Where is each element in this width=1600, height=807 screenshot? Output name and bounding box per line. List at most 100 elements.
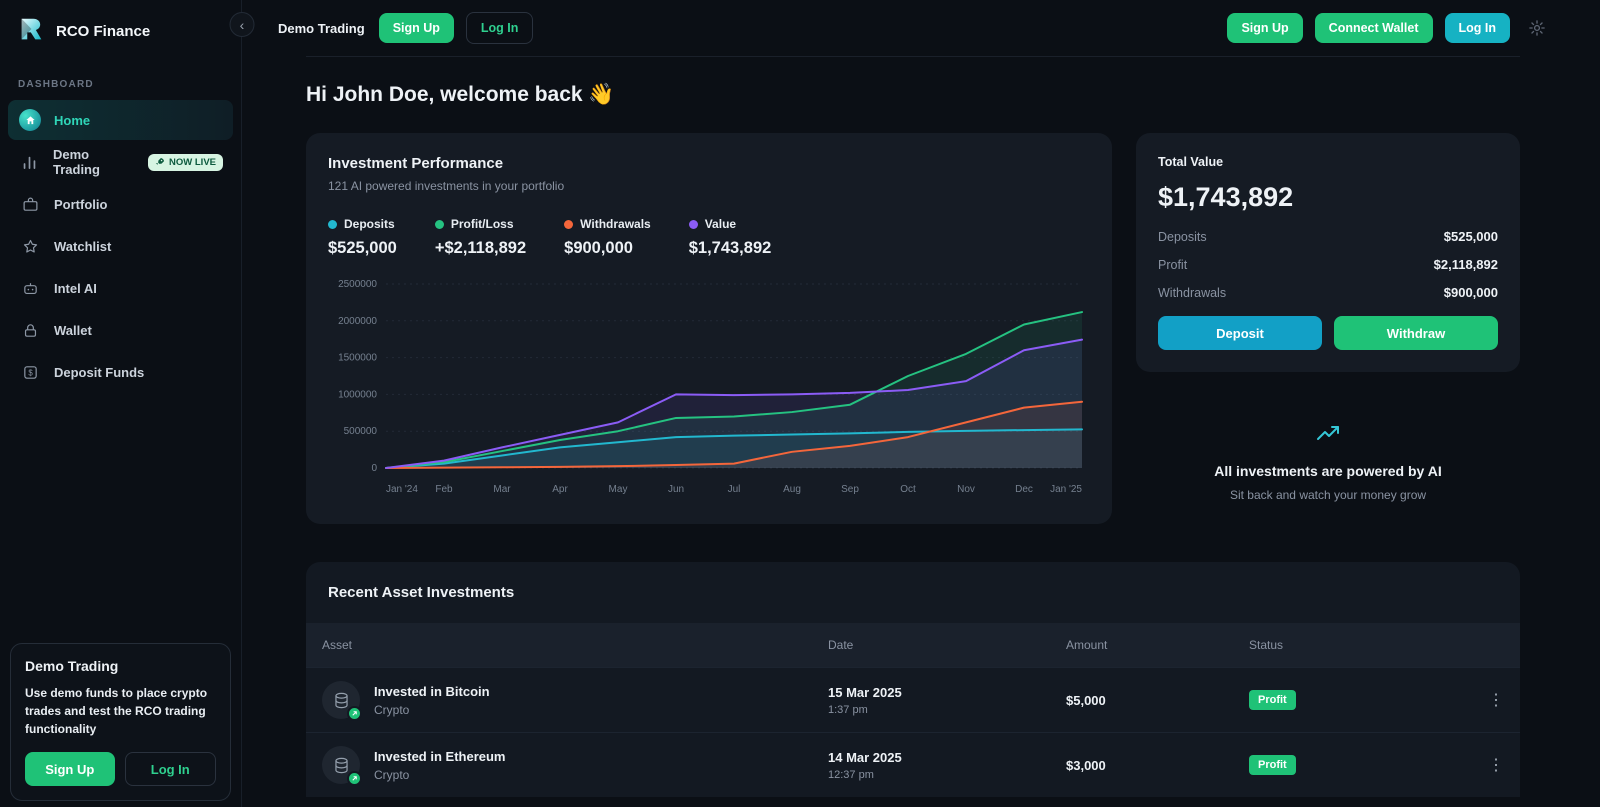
investment-date: 14 Mar 2025: [828, 750, 1066, 765]
legend-item-profit-loss: Profit/Loss +$2,118,892: [435, 217, 526, 258]
column-header-amount: Amount: [1066, 638, 1249, 652]
star-icon: [18, 238, 42, 255]
topbar-right-login-button[interactable]: Log In: [1445, 13, 1511, 43]
brand-logo-icon: [16, 14, 46, 49]
sidebar-item-demo-trading[interactable]: Demo Trading NOW LIVE: [8, 142, 233, 182]
legend-value: $900,000: [564, 239, 651, 258]
legend-value: $1,743,892: [689, 239, 772, 258]
invest-arrow-badge-icon: [347, 771, 362, 786]
topbar-right-signup-button[interactable]: Sign Up: [1227, 13, 1302, 43]
legend-item-withdrawals: Withdrawals $900,000: [564, 217, 651, 258]
page-greeting: Hi John Doe, welcome back 👋: [306, 83, 1520, 107]
withdraw-button[interactable]: Withdraw: [1334, 316, 1498, 350]
home-icon: [18, 109, 42, 131]
svg-text:500000: 500000: [344, 426, 378, 437]
invest-arrow-badge-icon: [347, 706, 362, 721]
sidebar-item-deposit-funds[interactable]: $ Deposit Funds: [8, 352, 233, 392]
row-menu-kebab-icon[interactable]: ⋮: [1488, 690, 1504, 710]
sidebar-item-label: Watchlist: [54, 239, 111, 254]
ai-promo-block: All investments are powered by AI Sit ba…: [1136, 422, 1520, 502]
table-row: Invested in Bitcoin Crypto 15 Mar 2025 1…: [306, 667, 1520, 732]
table-header-row: Asset Date Amount Status: [306, 623, 1520, 667]
asset-coin-icon: [322, 746, 360, 784]
sidebar-item-wallet[interactable]: Wallet: [8, 310, 233, 350]
lock-icon: [18, 322, 42, 339]
investment-time: 12:37 pm: [828, 769, 1066, 781]
row-menu-kebab-icon[interactable]: ⋮: [1488, 755, 1504, 775]
chart-legend: Deposits $525,000 Profit/Loss +$2,118,89…: [328, 217, 1090, 258]
robot-icon: [18, 280, 42, 297]
svg-text:Jan '24: Jan '24: [386, 484, 418, 495]
legend-dot: [435, 220, 444, 229]
sidebar-section-label: DASHBOARD: [18, 79, 223, 90]
legend-item-value: Value $1,743,892: [689, 217, 772, 258]
legend-dot: [689, 220, 698, 229]
deposit-button[interactable]: Deposit: [1158, 316, 1322, 350]
asset-name: Invested in Bitcoin: [374, 684, 490, 699]
svg-text:Oct: Oct: [900, 484, 916, 495]
topbar-demo-trading-label: Demo Trading: [278, 21, 365, 36]
sidebar-item-home[interactable]: Home: [8, 100, 233, 140]
rocket-icon: [155, 157, 165, 167]
sidebar-item-intel-ai[interactable]: Intel AI: [8, 268, 233, 308]
svg-text:Jun: Jun: [668, 484, 684, 495]
summary-row-profit: Profit $2,118,892: [1158, 257, 1498, 272]
promo-title: Demo Trading: [25, 658, 216, 674]
topbar: Demo Trading Sign Up Log In Sign Up Conn…: [242, 0, 1600, 56]
sidebar-item-label: Intel AI: [54, 281, 97, 296]
svg-text:2000000: 2000000: [338, 316, 377, 327]
sidebar-collapse-button[interactable]: ‹: [230, 12, 255, 37]
connect-wallet-button[interactable]: Connect Wallet: [1315, 13, 1433, 43]
summary-row-withdrawals: Withdrawals $900,000: [1158, 285, 1498, 300]
sidebar-item-portfolio[interactable]: Portfolio: [8, 184, 233, 224]
promo-login-button[interactable]: Log In: [125, 752, 217, 786]
performance-subtitle: 121 AI powered investments in your portf…: [328, 179, 1090, 193]
performance-chart: 05000001000000150000020000002500000Jan '…: [328, 274, 1090, 502]
svg-text:1000000: 1000000: [338, 389, 377, 400]
topbar-signup-button[interactable]: Sign Up: [379, 13, 454, 43]
now-live-badge: NOW LIVE: [148, 154, 223, 171]
legend-dot: [564, 220, 573, 229]
app-root: RCO Finance DASHBOARD Home Demo Trading: [0, 0, 1600, 807]
settings-gear-icon[interactable]: [1528, 19, 1546, 37]
svg-text:May: May: [609, 484, 628, 495]
total-value-card: Total Value $1,743,892 Deposits $525,000…: [1136, 133, 1520, 372]
svg-text:Dec: Dec: [1015, 484, 1033, 495]
summary-row-deposits: Deposits $525,000: [1158, 229, 1498, 244]
svg-text:1500000: 1500000: [338, 353, 377, 364]
table-title: Recent Asset Investments: [306, 562, 1520, 623]
svg-text:Apr: Apr: [552, 484, 568, 495]
status-badge: Profit: [1249, 690, 1296, 710]
sidebar: RCO Finance DASHBOARD Home Demo Trading: [0, 0, 242, 807]
column-header-asset: Asset: [322, 638, 828, 652]
legend-value: $525,000: [328, 239, 397, 258]
investment-date: 15 Mar 2025: [828, 685, 1066, 700]
asset-name: Invested in Ethereum: [374, 749, 505, 764]
promo-signup-button[interactable]: Sign Up: [25, 752, 115, 786]
column-header-status: Status: [1249, 638, 1476, 652]
topbar-login-button[interactable]: Log In: [466, 12, 534, 44]
legend-value: +$2,118,892: [435, 239, 526, 258]
sidebar-item-label: Home: [54, 113, 90, 128]
investment-amount: $3,000: [1066, 758, 1249, 773]
ai-promo-subtitle: Sit back and watch your money grow: [1136, 488, 1520, 502]
recent-investments-card: Recent Asset Investments Asset Date Amou…: [306, 562, 1520, 797]
asset-type: Crypto: [374, 768, 505, 782]
sidebar-item-watchlist[interactable]: Watchlist: [8, 226, 233, 266]
svg-text:Sep: Sep: [841, 484, 859, 495]
asset-coin-icon: [322, 681, 360, 719]
dollar-icon: $: [18, 364, 42, 381]
status-badge: Profit: [1249, 755, 1296, 775]
bar-chart-icon: [18, 154, 41, 171]
svg-text:Jan '25: Jan '25: [1050, 484, 1082, 495]
total-value-amount: $1,743,892: [1158, 182, 1498, 213]
total-value-label: Total Value: [1158, 155, 1498, 169]
trending-up-icon: [1312, 422, 1344, 446]
svg-text:Feb: Feb: [435, 484, 453, 495]
right-column: Total Value $1,743,892 Deposits $525,000…: [1136, 133, 1520, 524]
briefcase-icon: [18, 196, 42, 213]
investment-time: 1:37 pm: [828, 704, 1066, 716]
ai-promo-title: All investments are powered by AI: [1136, 463, 1520, 479]
svg-text:Nov: Nov: [957, 484, 975, 495]
investment-amount: $5,000: [1066, 693, 1249, 708]
